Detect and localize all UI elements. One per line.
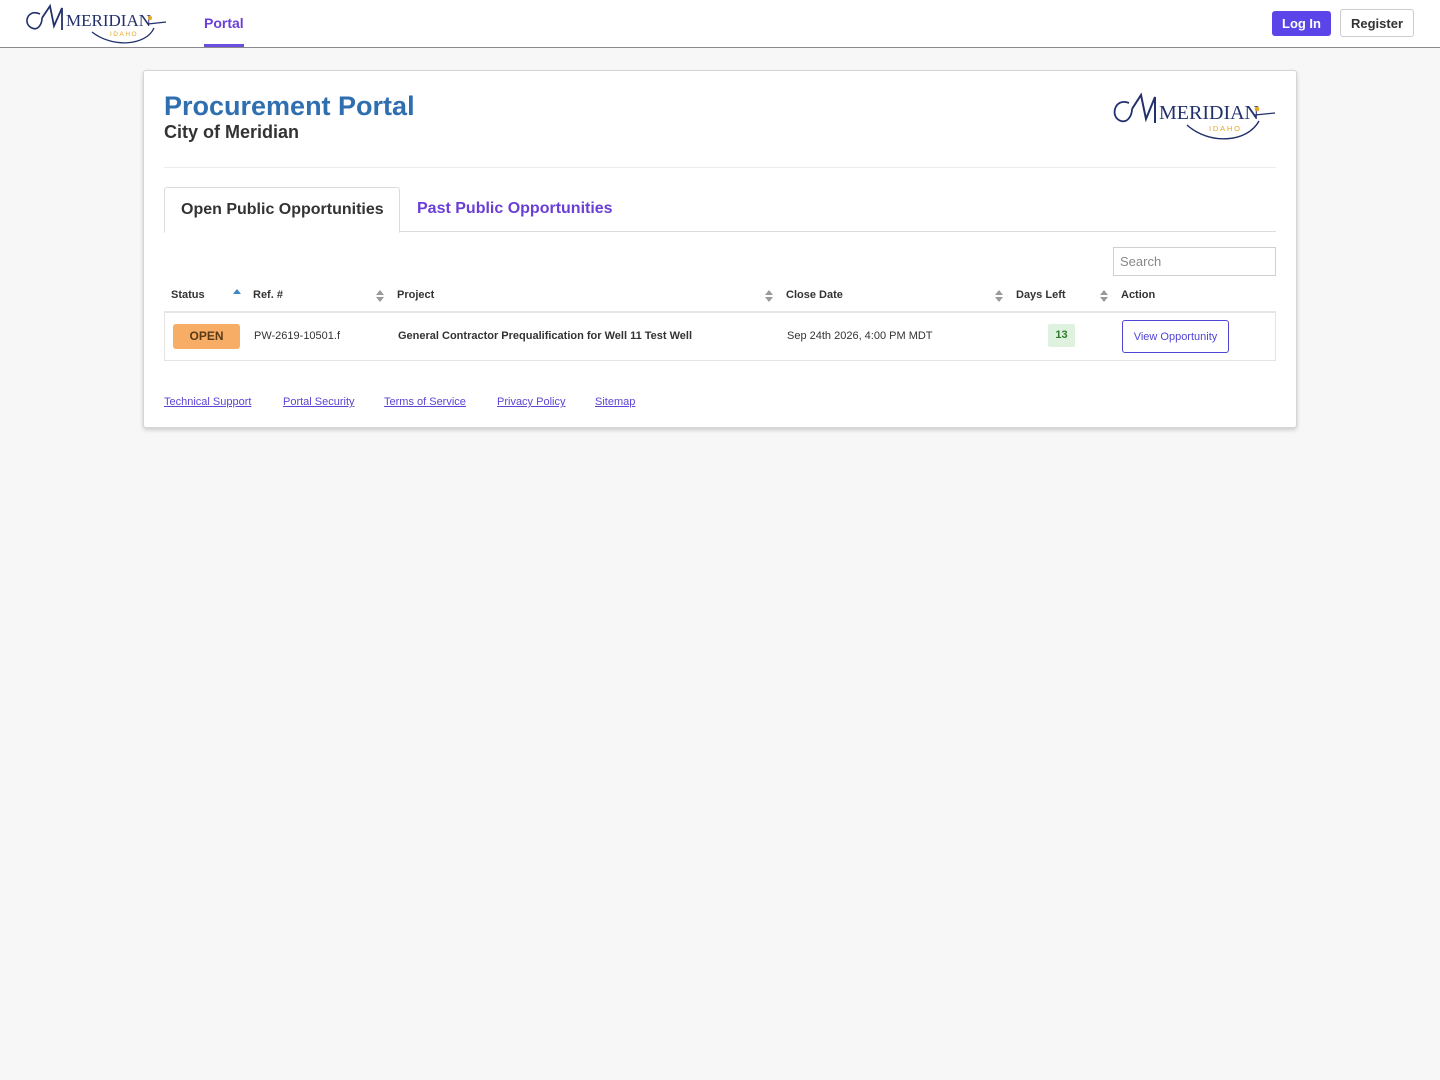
page-subtitle: City of Meridian [164,122,300,142]
card-logo-subtext: IDAHO [1209,124,1242,133]
meridian-logo[interactable]: MERIDIAN IDAHO [22,2,170,46]
column-header-status[interactable]: Status [171,289,205,301]
login-button[interactable]: Log In [1272,11,1331,36]
procurement-card: Procurement Portal City of Meridian MERI… [143,70,1297,428]
column-header-close-date[interactable]: Close Date [786,289,843,301]
footer-link-portal-security[interactable]: Portal Security [283,396,355,408]
ref-number: PW-2619-10501.f [254,330,341,342]
nav-portal-link[interactable]: Portal [204,15,244,31]
column-header-project[interactable]: Project [397,289,434,301]
view-opportunity-button[interactable]: View Opportunity [1122,320,1229,353]
header-divider [164,167,1276,168]
active-nav-indicator [204,44,244,47]
column-header-days-left[interactable]: Days Left [1016,289,1066,301]
column-header-ref[interactable]: Ref. # [253,289,283,301]
logo-wordmark: MERIDIAN [66,11,151,30]
card-logo-wordmark: MERIDIAN [1159,102,1259,124]
footer-link-sitemap[interactable]: Sitemap [595,396,635,408]
register-button[interactable]: Register [1340,9,1414,37]
search-input[interactable] [1113,247,1276,276]
top-navbar: MERIDIAN IDAHO Portal Log In Register [0,0,1440,48]
page-title: Procurement Portal [164,91,415,121]
column-header-action: Action [1121,289,1156,301]
footer-link-privacy-policy[interactable]: Privacy Policy [497,396,565,408]
days-left-badge: 13 [1048,324,1075,347]
tab-open-opportunities[interactable]: Open Public Opportunities [164,187,400,233]
logo-subtext: IDAHO [110,31,138,38]
table-row: OPEN PW-2619-10501.f General Contractor … [164,313,1276,361]
footer-link-terms-of-service[interactable]: Terms of Service [384,396,466,408]
project-name: General Contractor Prequalification for … [398,330,693,342]
tab-past-opportunities[interactable]: Past Public Opportunities [417,200,613,218]
footer-link-technical-support[interactable]: Technical Support [164,396,251,408]
status-badge: OPEN [173,324,240,349]
meridian-card-logo: MERIDIAN IDAHO [1113,92,1276,140]
close-date: Sep 24th 2026, 4:00 PM MDT [787,330,933,342]
